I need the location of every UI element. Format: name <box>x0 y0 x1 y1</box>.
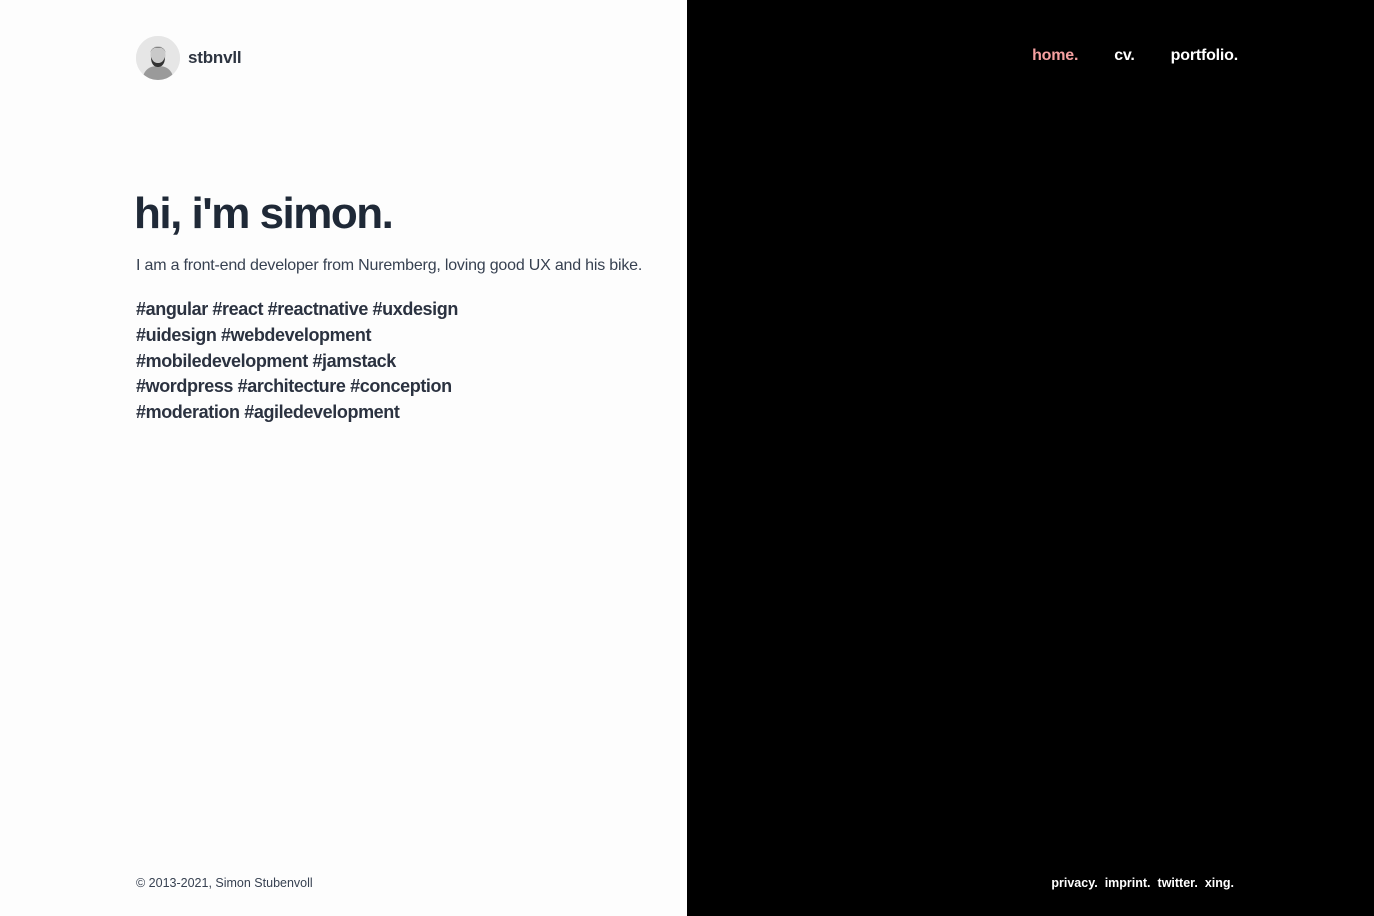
nav-portfolio[interactable]: portfolio. <box>1171 47 1239 65</box>
hashtag-line: #moderation #agiledevelopment <box>136 402 400 423</box>
hashtag-line: #uidesign #webdevelopment <box>136 324 372 345</box>
footer-link-imprint[interactable]: imprint. <box>1105 876 1151 890</box>
footer-link-twitter[interactable]: twitter. <box>1158 876 1198 890</box>
nav-home[interactable]: home. <box>1032 47 1078 65</box>
avatar <box>136 36 180 80</box>
main-nav: home. cv. portfolio. <box>1032 47 1238 65</box>
brand-link[interactable]: stbnvll <box>136 36 242 80</box>
hashtag-line: #angular #react #reactnative #uxdesign <box>136 299 458 319</box>
footer-links: privacy. imprint. twitter. xing. <box>1051 876 1234 890</box>
brand-name: stbnvll <box>188 48 242 67</box>
hashtag-line: #mobiledevelopment #jamstack <box>136 350 396 371</box>
hashtag-line: #wordpress #architecture #conception <box>136 376 452 397</box>
footer-link-xing[interactable]: xing. <box>1205 876 1234 890</box>
hashtag-list: #angular #react #reactnative #uxdesign #… <box>136 297 536 426</box>
footer-link-privacy[interactable]: privacy. <box>1051 876 1097 890</box>
hero-title: hi, i'm simon. <box>134 189 394 238</box>
copyright-text: © 2013-2021, Simon Stubenvoll <box>136 876 313 890</box>
left-panel: stbnvll hi, i'm simon. I am a front-end … <box>0 0 687 916</box>
right-panel: home. cv. portfolio. privacy. imprint. t… <box>687 0 1374 916</box>
page: stbnvll hi, i'm simon. I am a front-end … <box>0 0 1374 916</box>
avatar-image <box>136 36 180 80</box>
hero-description: I am a front-end developer from Nurember… <box>136 257 643 274</box>
nav-cv[interactable]: cv. <box>1114 47 1135 65</box>
